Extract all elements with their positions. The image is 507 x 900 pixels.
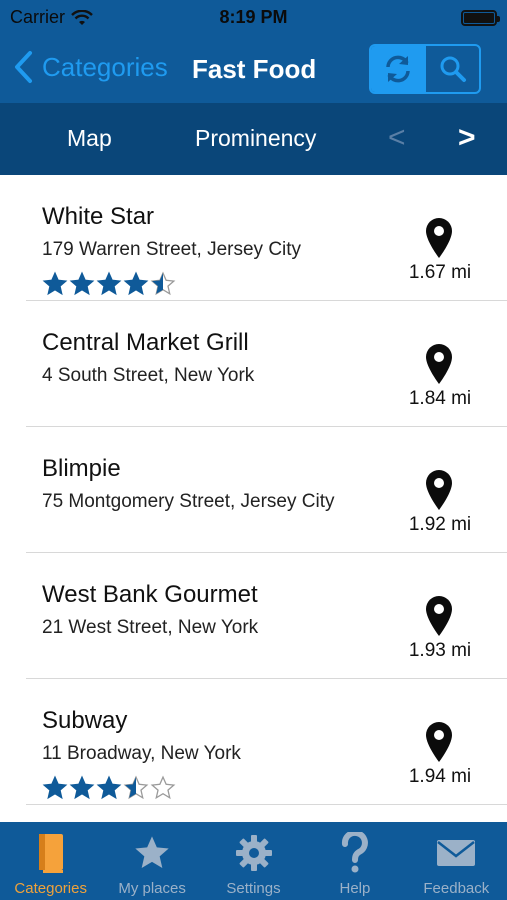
list-item[interactable]: Subway 11 Broadway, New York 1.94 mi — [0, 679, 507, 805]
map-pin-icon — [426, 596, 452, 636]
rating-star-icon — [69, 775, 95, 800]
place-name: Blimpie — [42, 455, 121, 482]
rating-star-icon — [96, 775, 122, 800]
search-icon — [440, 56, 466, 82]
place-name: White Star — [42, 203, 155, 230]
star-icon — [132, 832, 172, 874]
tab-feedback[interactable]: Feedback — [406, 822, 507, 900]
nav-bar: Categories Fast Food — [0, 38, 507, 100]
rating-star-icon — [42, 775, 68, 800]
place-distance: 1.93 mi — [408, 640, 472, 661]
place-distance: 1.67 mi — [408, 262, 472, 283]
tab-label: Settings — [226, 880, 281, 897]
refresh-button[interactable] — [371, 46, 424, 92]
tab-label: Categories — [14, 880, 87, 897]
rating-star-icon — [123, 271, 149, 296]
place-address: 21 West Street, New York — [42, 617, 259, 638]
search-button[interactable] — [424, 46, 479, 92]
page-title: Fast Food — [192, 54, 317, 84]
tab-bar: Categories My places Settings Help Feedb… — [0, 822, 507, 900]
place-name: West Bank Gourmet — [42, 581, 258, 608]
place-address: 11 Broadway, New York — [42, 743, 241, 764]
rating-star-icon — [96, 271, 122, 296]
tab-my-places[interactable]: My places — [101, 822, 202, 900]
rating-star-icon — [69, 271, 95, 296]
place-name: Central Market Grill — [42, 329, 249, 356]
tab-label: Feedback — [423, 880, 490, 897]
place-distance: 1.94 mi — [408, 766, 472, 787]
envelope-icon — [436, 832, 476, 874]
gear-icon — [234, 832, 274, 874]
sort-option-prominency[interactable]: Prominency — [195, 125, 316, 152]
rating-star-icon — [42, 271, 68, 296]
tab-categories[interactable]: Categories — [0, 822, 101, 900]
place-address: 4 South Street, New York — [42, 365, 255, 386]
place-name: Subway — [42, 707, 128, 734]
rating-star-icon — [150, 271, 176, 296]
rating-star-icon — [150, 775, 176, 800]
action-segment — [369, 44, 481, 94]
map-pin-icon — [426, 722, 452, 762]
question-icon — [335, 832, 375, 874]
tab-help[interactable]: Help — [304, 822, 405, 900]
sort-option-map[interactable]: Map — [67, 125, 112, 152]
row-divider — [26, 804, 507, 805]
list-item[interactable]: Central Market Grill 4 South Street, New… — [0, 301, 507, 427]
place-address: 75 Montgomery Street, Jersey City — [42, 491, 335, 512]
star-rating — [42, 271, 176, 297]
list-item[interactable]: West Bank Gourmet 21 West Street, New Yo… — [0, 553, 507, 679]
list-item[interactable]: White Star 179 Warren Street, Jersey Cit… — [0, 175, 507, 301]
back-button[interactable]: Categories — [12, 50, 168, 84]
sort-next-button[interactable]: > — [458, 121, 476, 155]
sort-bar: Map Prominency < > — [0, 103, 507, 175]
battery-icon — [461, 10, 500, 26]
places-list: White Star 179 Warren Street, Jersey Cit… — [0, 175, 507, 822]
book-icon — [31, 832, 71, 874]
star-rating — [42, 775, 176, 801]
refresh-icon — [385, 55, 410, 83]
map-pin-icon — [426, 470, 452, 510]
clock: 8:19 PM — [219, 7, 288, 27]
sort-prev-button[interactable]: < — [388, 121, 406, 155]
rating-star-icon — [123, 775, 149, 800]
tab-label: Help — [339, 880, 371, 897]
status-bar: Carrier 8:19 PM — [0, 0, 507, 36]
place-distance: 1.84 mi — [408, 388, 472, 409]
map-pin-icon — [426, 218, 452, 258]
tab-settings[interactable]: Settings — [203, 822, 304, 900]
chevron-left-icon — [15, 51, 32, 83]
map-pin-icon — [426, 344, 452, 384]
back-label: Categories — [42, 51, 168, 82]
list-item[interactable]: Blimpie 75 Montgomery Street, Jersey Cit… — [0, 427, 507, 553]
tab-label: My places — [118, 880, 186, 897]
header: Carrier 8:19 PM Categories Fast Food — [0, 0, 507, 103]
place-distance: 1.92 mi — [408, 514, 472, 535]
place-address: 179 Warren Street, Jersey City — [42, 239, 302, 260]
